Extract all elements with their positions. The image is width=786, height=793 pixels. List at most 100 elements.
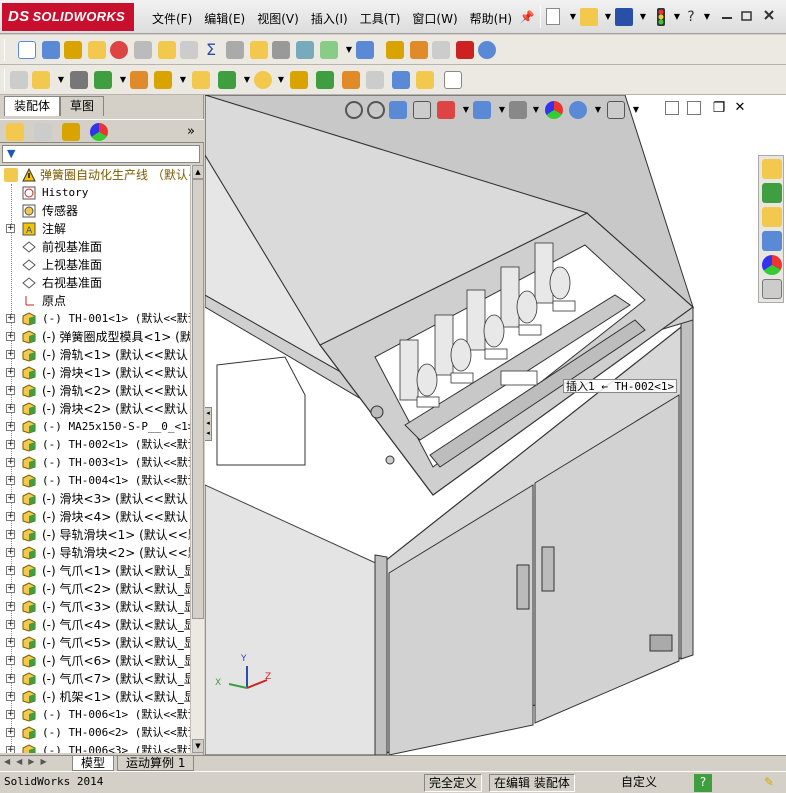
menu-edit[interactable]: 编辑(E) (198, 10, 251, 28)
menu-tools[interactable]: 工具(T) (354, 10, 407, 28)
panel-collapse-handle[interactable]: ◂ ◂ ◂ (205, 407, 212, 441)
expand-icon[interactable]: + (6, 710, 15, 719)
mass-properties-icon[interactable] (64, 41, 82, 59)
solidworks-resources-icon[interactable] (762, 159, 782, 179)
design-library-icon[interactable] (762, 183, 782, 203)
restore-icon[interactable] (738, 6, 756, 24)
expand-icon[interactable]: + (6, 332, 15, 341)
expand-panel-icon[interactable]: » (182, 123, 200, 141)
reference-dropdown-icon[interactable]: ▼ (272, 71, 290, 89)
tree-item[interactable]: + (-) 滑块<4> (默认<<默认 (0, 508, 190, 526)
graphics-area[interactable]: ▼ ▼ ▼ ▼ ▼ ❐ ✕ 插入1 ← TH-002<1> ◂ ◂ ◂ Y X Z (205, 95, 786, 755)
performance-icon[interactable] (410, 41, 428, 59)
new-document-icon[interactable] (546, 8, 560, 25)
expand-icon[interactable]: + (6, 314, 15, 323)
geometry-analysis-icon[interactable] (134, 41, 152, 59)
display-style-icon[interactable] (473, 101, 491, 119)
zoom-to-fit-icon[interactable] (345, 101, 363, 119)
viewport-tile-icon[interactable] (665, 101, 679, 115)
tree-item[interactable]: + (-) 弹簧圈成型模具<1> (默 (0, 328, 190, 346)
tree-item[interactable]: + (-) 滑轨<2> (默认<<默认 (0, 382, 190, 400)
expand-icon[interactable]: + (6, 350, 15, 359)
expand-icon[interactable]: + (6, 530, 15, 539)
insert-component-icon[interactable] (10, 71, 28, 89)
tree-item[interactable]: + (-) 机架<1> (默认<默认_显 (0, 688, 190, 706)
help-status-icon[interactable]: ? (694, 774, 712, 792)
measure-icon[interactable] (42, 41, 60, 59)
tree-item[interactable]: 右视基准面 (0, 274, 190, 292)
hide-show-dropdown-icon[interactable]: ▼ (527, 101, 545, 119)
previous-view-icon[interactable] (389, 101, 407, 119)
instant3d-icon[interactable] (392, 71, 410, 89)
assembly-features-icon[interactable] (218, 71, 236, 89)
menu-window[interactable]: 窗口(W) (406, 10, 463, 28)
expand-icon[interactable]: + (6, 422, 15, 431)
expand-icon[interactable]: + (6, 584, 15, 593)
move-component-icon[interactable] (154, 71, 172, 89)
tab-model[interactable]: 模型 (72, 756, 115, 771)
save-dropdown-icon[interactable]: ▼ (634, 8, 652, 26)
expand-icon[interactable]: + (6, 386, 15, 395)
tree-item[interactable]: + A 注解 (0, 220, 190, 238)
pin-menu-icon[interactable]: 📌 (518, 8, 536, 26)
explode-line-icon[interactable] (366, 71, 384, 89)
expand-icon[interactable]: + (6, 512, 15, 521)
appearances-scenes-icon[interactable] (762, 255, 782, 275)
tree-item[interactable]: + (-) 气爪<1> (默认<默认_显 (0, 562, 190, 580)
check-icon[interactable] (110, 41, 128, 59)
expand-icon[interactable]: + (6, 674, 15, 683)
view-orientation-icon[interactable] (437, 101, 455, 119)
tree-scrollbar[interactable]: ▲ ▼ (190, 165, 204, 753)
minimize-icon[interactable] (718, 6, 736, 24)
viewport-restore-icon[interactable]: ❐ (710, 99, 728, 117)
exploded-view-icon[interactable] (342, 71, 360, 89)
update-speedpak-icon[interactable] (416, 71, 434, 89)
tree-item[interactable]: + (-) 滑块<3> (默认<<默认 (0, 490, 190, 508)
new-part-icon[interactable] (32, 71, 50, 89)
scroll-down-icon[interactable]: ▼ (192, 739, 204, 753)
file-explorer-icon[interactable] (762, 207, 782, 227)
tab-scroll-arrows[interactable]: ◀◀▶▶ (4, 757, 68, 770)
tree-item[interactable]: + (-) 滑轨<1> (默认<<默认 (0, 346, 190, 364)
tab-motion-study[interactable]: 运动算例 1 (117, 756, 195, 771)
expand-icon[interactable]: + (6, 548, 15, 557)
tree-item[interactable]: + (-) 滑块<2> (默认<<默认 (0, 400, 190, 418)
quick-tips-icon[interactable]: ✎ (760, 774, 778, 792)
expand-icon[interactable]: + (6, 620, 15, 629)
tree-item[interactable]: + (-) 气爪<6> (默认<默认_显 (0, 652, 190, 670)
save-icon[interactable] (615, 8, 633, 26)
apply-scene-icon[interactable] (569, 101, 587, 119)
spell-check-icon[interactable] (18, 41, 36, 59)
section-view-icon[interactable] (413, 101, 431, 119)
scroll-thumb[interactable] (192, 179, 204, 619)
tree-item[interactable]: + (-) TH-002<1> (默认<<默认 (0, 436, 190, 454)
warning-icon[interactable] (250, 41, 268, 59)
open-folder-icon[interactable] (580, 8, 598, 26)
scene-dropdown-icon[interactable]: ▼ (589, 101, 607, 119)
tree-item[interactable]: + (-) 气爪<5> (默认<默认_显 (0, 634, 190, 652)
custom-properties-icon[interactable] (762, 279, 782, 299)
color-icon[interactable] (456, 41, 474, 59)
menu-file[interactable]: 文件(F) (146, 10, 198, 28)
bill-of-materials-icon[interactable] (316, 71, 334, 89)
expand-icon[interactable]: + (6, 440, 15, 449)
menu-insert[interactable]: 插入(I) (305, 10, 354, 28)
view-settings-icon[interactable] (607, 101, 625, 119)
tree-item[interactable]: + (-) 导轨滑块<1> (默认<<默 (0, 526, 190, 544)
smart-fasteners-icon[interactable] (130, 71, 148, 89)
hole-alignment-icon[interactable] (356, 41, 374, 59)
tree-item[interactable]: + (-) TH-004<1> (默认<<默认 (0, 472, 190, 490)
expand-icon[interactable]: + (6, 692, 15, 701)
tree-item[interactable]: + (-) TH-006<1> (默认<<默认 (0, 706, 190, 724)
section-properties-icon[interactable] (88, 41, 106, 59)
linear-pattern-icon[interactable] (94, 71, 112, 89)
menu-view[interactable]: 视图(V) (251, 10, 305, 28)
draft-analysis-icon[interactable] (158, 41, 176, 59)
tree-item[interactable]: 传感器 (0, 202, 190, 220)
expand-icon[interactable]: + (6, 728, 15, 737)
expand-icon[interactable]: + (6, 476, 15, 485)
tree-item[interactable]: + (-) 气爪<4> (默认<默认_显 (0, 616, 190, 634)
move-dropdown-icon[interactable]: ▼ (174, 71, 192, 89)
reference-geometry-icon[interactable] (254, 71, 272, 89)
tree-item[interactable]: History (0, 184, 190, 202)
